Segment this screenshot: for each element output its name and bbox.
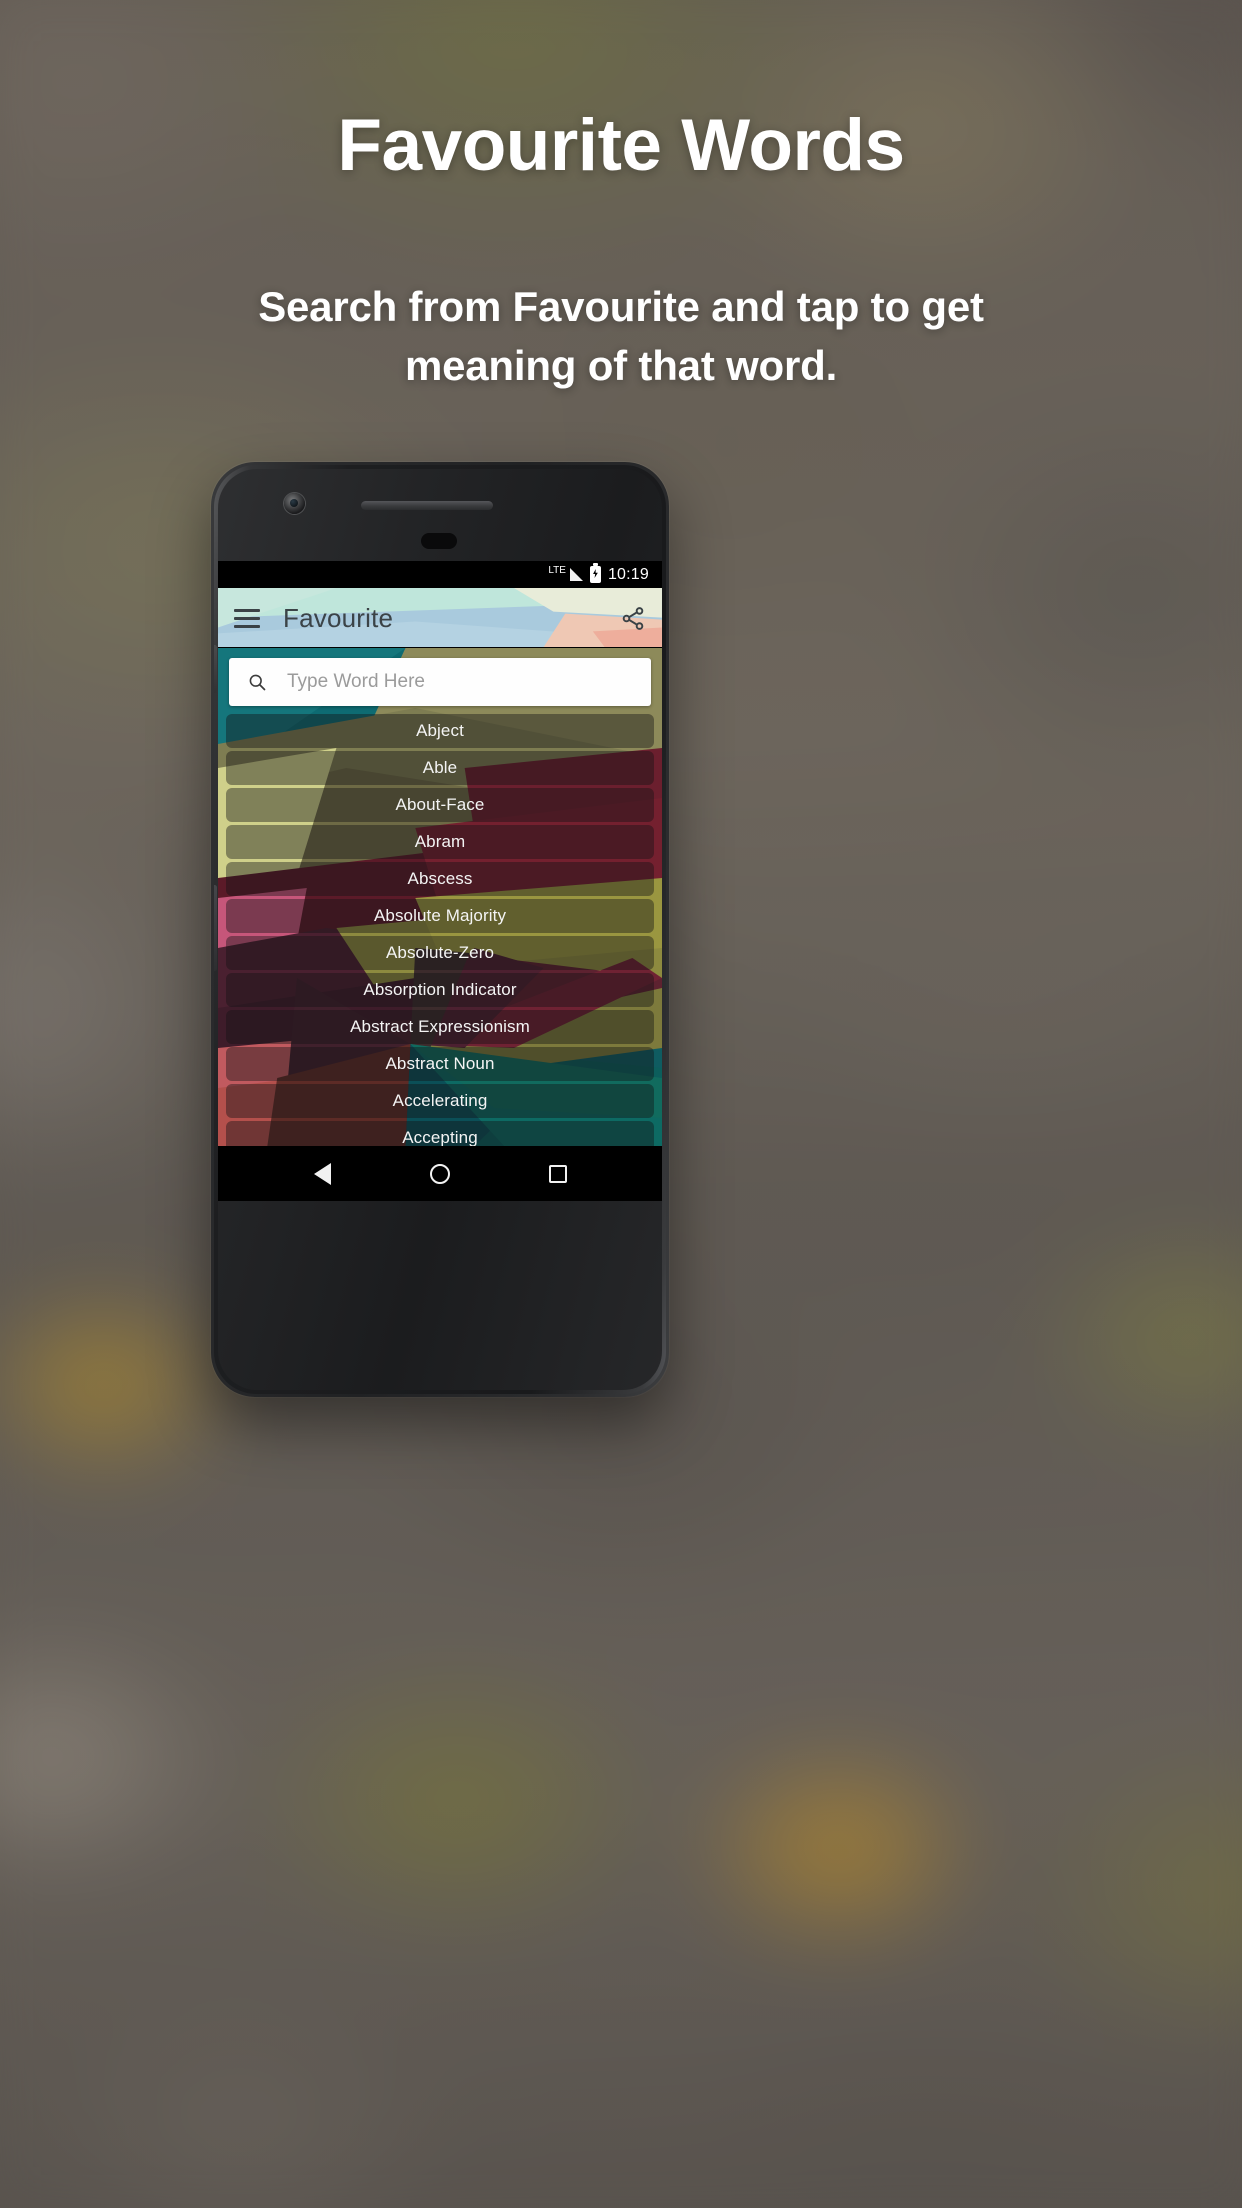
search-input[interactable] bbox=[287, 671, 633, 693]
page-subtitle: Search from Favourite and tap to get mea… bbox=[258, 282, 984, 390]
app-content: Abject Able About-Face Abram Abscess Abs… bbox=[218, 648, 662, 1146]
app-bar: Favourite bbox=[218, 588, 662, 648]
front-camera-icon bbox=[284, 493, 305, 514]
phone-bottom-bezel bbox=[214, 1254, 666, 1394]
list-item[interactable]: Absorption Indicator bbox=[226, 973, 654, 1007]
navigation-bar bbox=[218, 1146, 662, 1201]
list-item[interactable]: About-Face bbox=[226, 788, 654, 822]
lte-label: LTE bbox=[548, 564, 566, 576]
volume-button bbox=[214, 885, 217, 971]
power-button bbox=[214, 645, 217, 693]
share-icon[interactable] bbox=[620, 605, 646, 632]
favourite-word-list: Abject Able About-Face Abram Abscess Abs… bbox=[218, 714, 662, 1146]
page-title: Favourite Words bbox=[337, 105, 905, 186]
list-item[interactable]: Abscess bbox=[226, 862, 654, 896]
list-item[interactable]: Accepting bbox=[226, 1121, 654, 1146]
battery-charging-icon bbox=[589, 563, 601, 583]
signal-bars-icon bbox=[569, 568, 583, 581]
phone-screen: LTE 10:19 Favourite Type Word Here Abjec… bbox=[218, 561, 662, 1201]
search-icon bbox=[249, 674, 266, 691]
search-bar[interactable] bbox=[229, 658, 651, 706]
list-item[interactable]: Abject bbox=[226, 714, 654, 748]
search-bar-container bbox=[218, 648, 662, 714]
app-bar-title: Favourite bbox=[283, 602, 394, 633]
list-item[interactable]: Abstract Expressionism bbox=[226, 1010, 654, 1044]
proximity-sensor bbox=[421, 533, 457, 549]
nav-home-circle-icon[interactable] bbox=[429, 1163, 450, 1184]
list-item[interactable]: Accelerating bbox=[226, 1084, 654, 1118]
list-item[interactable]: Absolute-Zero bbox=[226, 936, 654, 970]
phone-frame: LTE 10:19 Favourite Type Word Here Abjec… bbox=[214, 465, 666, 1394]
nav-back-triangle-icon[interactable] bbox=[313, 1162, 331, 1185]
list-item[interactable]: Able bbox=[226, 751, 654, 785]
earpiece-speaker bbox=[361, 501, 493, 510]
list-item[interactable]: Absolute Majority bbox=[226, 899, 654, 933]
nav-recents-square-icon[interactable] bbox=[548, 1164, 567, 1183]
hamburger-menu-icon[interactable] bbox=[234, 608, 260, 628]
list-item[interactable]: Abstract Noun bbox=[226, 1047, 654, 1081]
status-bar: LTE 10:19 bbox=[218, 561, 662, 588]
status-bar-time: 10:19 bbox=[607, 565, 649, 583]
promo-headline-block: Favourite Words Search from Favourite an… bbox=[0, 105, 1242, 396]
list-item[interactable]: Abram bbox=[226, 825, 654, 859]
phone-mockup: LTE 10:19 Favourite Type Word Here Abjec… bbox=[211, 462, 669, 1397]
